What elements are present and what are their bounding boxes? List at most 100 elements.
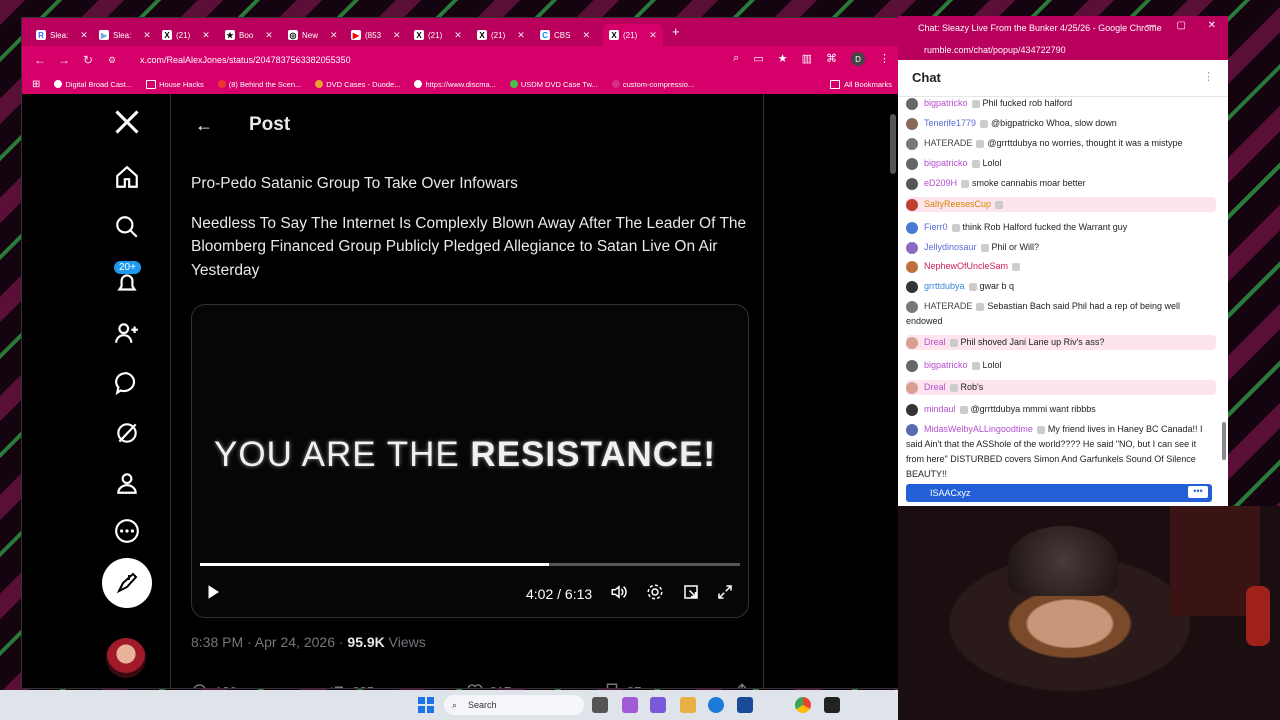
more-options-icon[interactable]: ••• <box>1188 486 1208 498</box>
zoom-icon[interactable]: ⌕ <box>733 52 739 66</box>
chat-username[interactable]: mindaul <box>924 404 956 414</box>
bookmark-star-icon[interactable]: ★ <box>778 52 788 66</box>
tab-close-icon[interactable]: ✕ <box>265 30 273 41</box>
reply-button[interactable]: 126 <box>191 682 237 688</box>
chat-username[interactable]: bigpatricko <box>924 158 968 168</box>
chat-url-bar[interactable]: rumble.com/chat/popup/434722790 <box>898 40 1228 60</box>
taskbar-search[interactable]: ⌕ Search <box>444 695 584 715</box>
address-bar[interactable]: x.com/RealAlexJones/status/2047837563382… <box>140 55 351 65</box>
tab-close-icon[interactable]: ✕ <box>202 30 210 41</box>
user-avatar[interactable] <box>906 300 918 313</box>
bookmark-item[interactable]: (8) Behind the Scen... <box>217 80 301 89</box>
chat-username[interactable]: NephewOfUncleSam <box>924 261 1008 271</box>
messages-icon[interactable] <box>102 370 152 396</box>
user-avatar[interactable] <box>906 359 918 372</box>
bookmark-button[interactable]: 87 <box>603 682 641 688</box>
chat-username[interactable]: bigpatricko <box>924 98 968 108</box>
browser-tab[interactable]: X (21) ✕ <box>162 24 210 46</box>
settings-gear-icon[interactable] <box>646 583 664 606</box>
bookmark-item[interactable]: Digital Broad Cast... <box>54 80 132 89</box>
repost-button[interactable]: 235 <box>328 682 374 688</box>
video-player[interactable]: YOU ARE THE RESISTANCE! 4:02 / 6:13 <box>191 304 749 618</box>
maximize-icon[interactable]: ▢ <box>1177 20 1186 31</box>
bookmark-item[interactable]: DVD Cases - Duode... <box>315 80 400 89</box>
tab-close-icon[interactable]: ✕ <box>143 30 151 41</box>
chat-username[interactable]: Fierr0 <box>924 222 948 232</box>
chat-username[interactable]: bigpatricko <box>924 360 968 370</box>
search-icon[interactable] <box>102 214 152 240</box>
browser-tab[interactable]: ★ Boo ✕ <box>225 24 273 46</box>
app-icon[interactable] <box>650 697 666 713</box>
bookmark-item[interactable]: USDM DVD Case Tw... <box>509 80 598 89</box>
tab-close-icon[interactable]: ✕ <box>649 30 657 41</box>
user-avatar[interactable] <box>906 97 918 110</box>
all-bookmarks-button[interactable]: All Bookmarks <box>830 74 892 94</box>
back-icon[interactable]: ← <box>28 53 52 67</box>
bookmark-item[interactable]: https://www.discma... <box>414 80 496 89</box>
x-logo-icon[interactable] <box>102 108 152 136</box>
volume-icon[interactable] <box>610 583 628 606</box>
back-arrow-icon[interactable]: ← <box>195 115 225 136</box>
chat-username[interactable]: SaltyReesesCup <box>924 199 991 209</box>
chat-username[interactable]: HATERADE <box>924 301 972 311</box>
forward-icon[interactable]: → <box>52 53 76 67</box>
grok-icon[interactable] <box>102 420 152 446</box>
user-avatar[interactable] <box>906 177 918 190</box>
browser-tab[interactable]: ▶ (853 ✕ <box>351 24 401 46</box>
tab-close-icon[interactable]: ✕ <box>454 30 462 41</box>
chat-composer[interactable]: ISAACxyz ••• <box>906 484 1212 502</box>
app-icon[interactable] <box>622 697 638 713</box>
browser-tab[interactable]: X (21) ✕ <box>603 24 663 46</box>
bookmark-item[interactable]: House Hacks <box>146 79 204 89</box>
browser-tab[interactable]: ▶ Slea: ✕ <box>99 24 151 46</box>
video-progress-bar[interactable] <box>200 563 740 566</box>
tab-close-icon[interactable]: ✕ <box>80 30 88 41</box>
compose-post-button[interactable] <box>102 558 152 608</box>
chrome-icon[interactable] <box>795 697 811 713</box>
user-avatar[interactable] <box>906 157 918 170</box>
chat-menu-icon[interactable]: ⋮ <box>1203 70 1214 83</box>
close-icon[interactable]: ✕ <box>1208 20 1216 31</box>
browser-tab[interactable]: ◎ New ✕ <box>288 24 338 46</box>
browser-tab[interactable]: X (21) ✕ <box>477 24 525 46</box>
browser-tab[interactable]: X (21) ✕ <box>414 24 462 46</box>
share-button[interactable] <box>733 682 751 688</box>
obs-icon[interactable] <box>824 697 840 713</box>
chat-username[interactable]: Dreal <box>924 382 946 392</box>
fullscreen-icon[interactable] <box>716 583 734 606</box>
user-avatar[interactable] <box>906 336 918 349</box>
folder-icon[interactable] <box>680 697 696 713</box>
profile-icon[interactable] <box>102 470 152 496</box>
apps-icon[interactable]: ⊞ <box>32 79 40 90</box>
user-avatar[interactable] <box>906 198 918 211</box>
play-icon[interactable] <box>204 583 222 606</box>
picture-in-picture-icon[interactable] <box>682 583 700 606</box>
browser-tab[interactable]: C CBS ✕ <box>540 24 590 46</box>
chat-username[interactable]: Tenerife1779 <box>924 118 976 128</box>
tab-close-icon[interactable]: ✕ <box>330 30 338 41</box>
new-tab-icon[interactable]: + <box>672 24 680 39</box>
follow-icon[interactable] <box>102 320 152 346</box>
user-avatar[interactable] <box>906 241 918 254</box>
chat-username[interactable]: eD209H <box>924 178 957 188</box>
user-avatar[interactable] <box>906 280 918 293</box>
chat-username[interactable]: HATERADE <box>924 138 972 148</box>
browser-tab[interactable]: R Slea: ✕ <box>36 24 88 46</box>
page-scrollbar[interactable] <box>890 114 896 174</box>
user-avatar[interactable] <box>906 117 918 130</box>
tab-close-icon[interactable]: ✕ <box>582 30 590 41</box>
store-icon[interactable] <box>737 697 753 713</box>
site-info-icon[interactable]: ⚙ <box>100 55 124 66</box>
chat-username[interactable]: Dreal <box>924 337 946 347</box>
extensions-icon[interactable]: ⌘ <box>826 52 837 66</box>
user-avatar[interactable] <box>906 221 918 234</box>
home-icon[interactable] <box>102 164 152 190</box>
user-avatar[interactable] <box>906 260 918 273</box>
tab-close-icon[interactable]: ✕ <box>517 30 525 41</box>
chat-scrollbar[interactable] <box>1222 422 1226 460</box>
user-avatar[interactable] <box>906 381 918 394</box>
profile-avatar[interactable]: D <box>851 52 865 66</box>
edge-icon[interactable] <box>708 697 724 713</box>
file-explorer-icon[interactable] <box>592 697 608 713</box>
user-avatar[interactable] <box>906 137 918 150</box>
